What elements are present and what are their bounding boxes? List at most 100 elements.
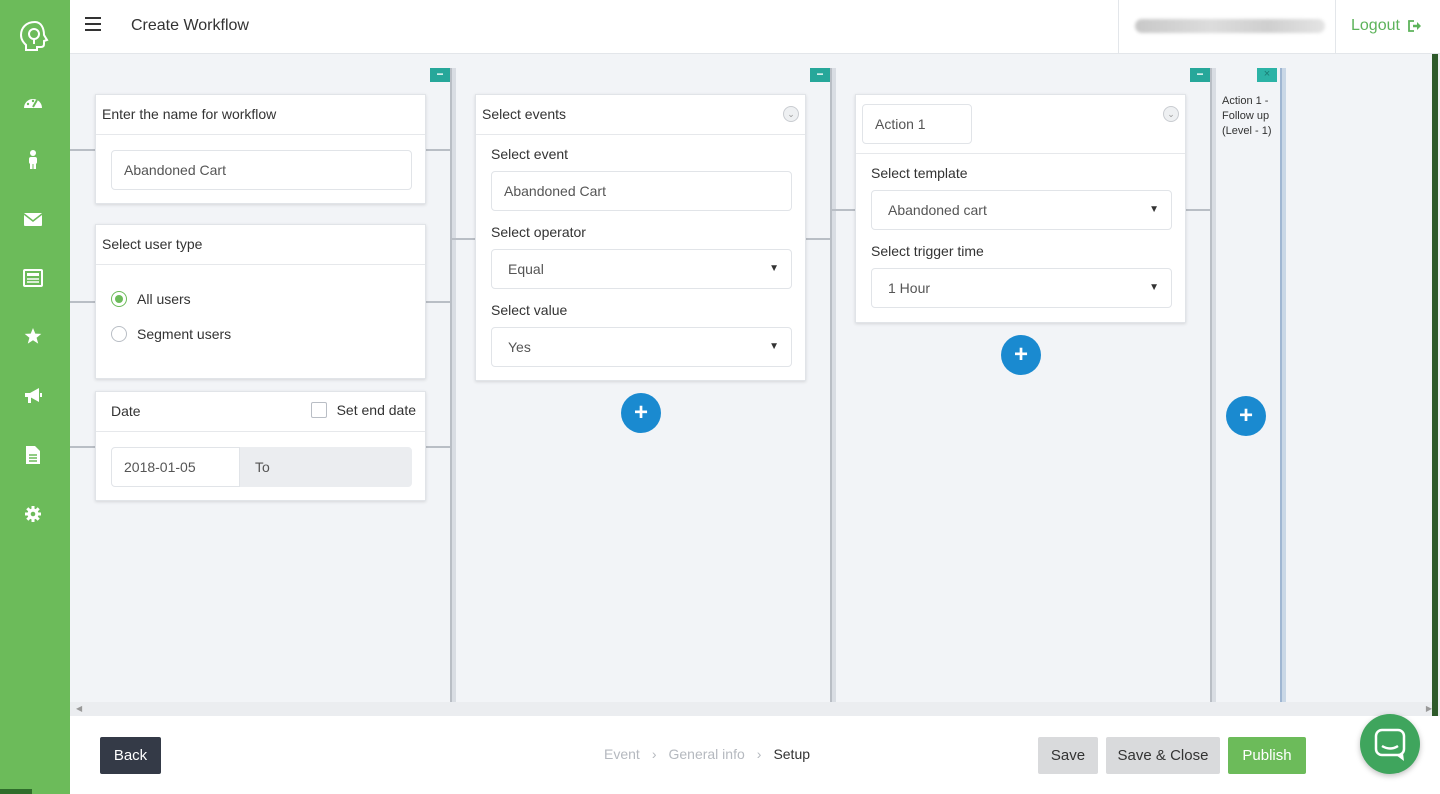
star-icon[interactable] <box>23 326 43 346</box>
column-divider <box>1280 68 1286 702</box>
connector-line <box>806 238 832 240</box>
chat-widget-button[interactable] <box>1360 714 1420 774</box>
collapsed-action-summary[interactable]: Action 1 - Follow up (Level - 1) <box>1222 94 1282 139</box>
collapse-column-2-button[interactable]: − <box>810 68 830 82</box>
end-date-input[interactable]: To <box>240 447 412 487</box>
vertical-scrollbar[interactable] <box>1432 54 1440 716</box>
user-account-box[interactable] <box>1118 0 1336 54</box>
connector-line <box>452 238 476 240</box>
select-operator-value: Equal <box>508 261 544 277</box>
select-template-label: Select template <box>871 165 968 181</box>
list-icon[interactable] <box>23 268 43 288</box>
save-close-button[interactable]: Save & Close <box>1106 737 1220 774</box>
select-event-label: Select event <box>491 146 569 162</box>
hamburger-menu-icon[interactable] <box>85 17 101 31</box>
save-button[interactable]: Save <box>1038 737 1098 774</box>
close-column-4-button[interactable]: × <box>1257 68 1277 82</box>
column-divider <box>830 68 836 702</box>
all-users-label: All users <box>137 290 191 307</box>
radio-selected-icon[interactable] <box>111 290 127 307</box>
logout-icon <box>1408 20 1421 32</box>
megaphone-icon[interactable] <box>23 386 43 406</box>
select-template-dropdown[interactable]: Abandoned cart ▼ <box>871 190 1172 230</box>
connector-line <box>70 149 95 151</box>
summary-line: (Level - 1) <box>1222 125 1272 137</box>
column-divider <box>450 68 456 702</box>
connector-line <box>1186 209 1212 211</box>
select-value-dropdown[interactable]: Yes ▼ <box>491 327 792 367</box>
caret-down-icon: ▼ <box>1149 282 1159 293</box>
user-icon[interactable] <box>23 150 43 170</box>
logout-label: Logout <box>1351 17 1400 34</box>
action-card-header: Action 1 ⌄ <box>856 95 1185 154</box>
user-name-blurred <box>1135 19 1325 33</box>
horizontal-scrollbar[interactable]: ◀ ▶ <box>70 702 1436 716</box>
step-event[interactable]: Event <box>604 746 640 762</box>
set-end-date-checkbox[interactable] <box>310 402 327 418</box>
page-title: Create Workflow <box>131 17 249 34</box>
select-template-value: Abandoned cart <box>888 202 987 218</box>
logout-link[interactable]: Logout <box>1351 17 1422 35</box>
workflow-name-card: Enter the name for workflow Abandoned Ca… <box>95 94 426 204</box>
breadcrumb: Event › General info › Setup <box>604 746 810 762</box>
collapse-column-1-button[interactable]: − <box>430 68 450 82</box>
date-card-header: Date Set end date <box>96 392 425 432</box>
connector-line <box>426 446 452 448</box>
publish-button[interactable]: Publish <box>1228 737 1306 774</box>
date-card: Date Set end date 2018-01-05 To <box>95 391 426 501</box>
select-trigger-label: Select trigger time <box>871 243 984 259</box>
all-users-radio[interactable]: All users <box>111 281 410 316</box>
sidebar <box>0 0 70 794</box>
scroll-left-icon[interactable]: ◀ <box>76 704 82 713</box>
select-operator-dropdown[interactable]: Equal ▼ <box>491 249 792 289</box>
breadcrumb-separator-icon: › <box>756 746 762 762</box>
select-trigger-value: 1 Hour <box>888 280 931 296</box>
breadcrumb-separator-icon: › <box>651 746 657 762</box>
chevron-down-icon[interactable]: ⌄ <box>1163 106 1179 122</box>
radio-unselected-icon[interactable] <box>111 325 127 342</box>
step-general-info[interactable]: General info <box>668 746 744 762</box>
sidebar-scroll-indicator <box>0 789 32 794</box>
envelope-icon[interactable] <box>23 209 43 229</box>
collapse-column-3-button[interactable]: − <box>1190 68 1210 82</box>
user-type-card-title: Select user type <box>96 225 425 265</box>
brand-logo-icon[interactable] <box>17 18 53 54</box>
dashboard-icon[interactable] <box>23 92 43 112</box>
connector-line <box>426 301 452 303</box>
step-setup[interactable]: Setup <box>773 746 810 762</box>
caret-down-icon: ▼ <box>1149 204 1159 215</box>
set-end-date-label: Set end date <box>336 402 416 418</box>
add-event-button[interactable]: + <box>621 393 661 433</box>
select-events-card: Select events ⌄ Select event Abandoned C… <box>475 94 806 381</box>
add-action-button[interactable]: + <box>1001 335 1041 375</box>
action-card: Action 1 ⌄ Select template Abandoned car… <box>855 94 1186 323</box>
select-trigger-dropdown[interactable]: 1 Hour ▼ <box>871 268 1172 308</box>
start-date-input[interactable]: 2018-01-05 <box>111 447 240 487</box>
add-followup-button[interactable]: + <box>1226 396 1266 436</box>
user-type-card: Select user type All users Segment users <box>95 224 426 379</box>
connector-line <box>426 149 452 151</box>
connector-line <box>832 209 856 211</box>
action-name-input[interactable]: Action 1 <box>862 104 972 144</box>
select-value-label: Select value <box>491 302 568 318</box>
back-button[interactable]: Back <box>100 737 161 774</box>
select-events-title: Select events <box>482 106 567 122</box>
date-card-title: Date <box>111 403 141 419</box>
select-event-input[interactable]: Abandoned Cart <box>491 171 792 211</box>
segment-users-label: Segment users <box>137 325 232 342</box>
footer-bar: Back Event › General info › Setup Save S… <box>70 716 1440 794</box>
select-events-card-header: Select events ⌄ <box>476 95 805 135</box>
select-value-value: Yes <box>508 339 531 355</box>
column-divider <box>1210 68 1216 702</box>
top-header: Create Workflow Logout <box>70 0 1440 54</box>
gear-icon[interactable] <box>23 504 43 524</box>
summary-line: Action 1 - <box>1222 95 1269 107</box>
workflow-name-card-title: Enter the name for workflow <box>96 95 425 135</box>
caret-down-icon: ▼ <box>769 263 779 274</box>
workflow-name-input[interactable]: Abandoned Cart <box>111 150 412 190</box>
document-icon[interactable] <box>23 445 43 465</box>
select-operator-label: Select operator <box>491 224 586 240</box>
segment-users-radio[interactable]: Segment users <box>111 316 410 351</box>
chevron-down-icon[interactable]: ⌄ <box>783 106 799 122</box>
set-end-date-toggle[interactable]: Set end date <box>310 402 416 418</box>
